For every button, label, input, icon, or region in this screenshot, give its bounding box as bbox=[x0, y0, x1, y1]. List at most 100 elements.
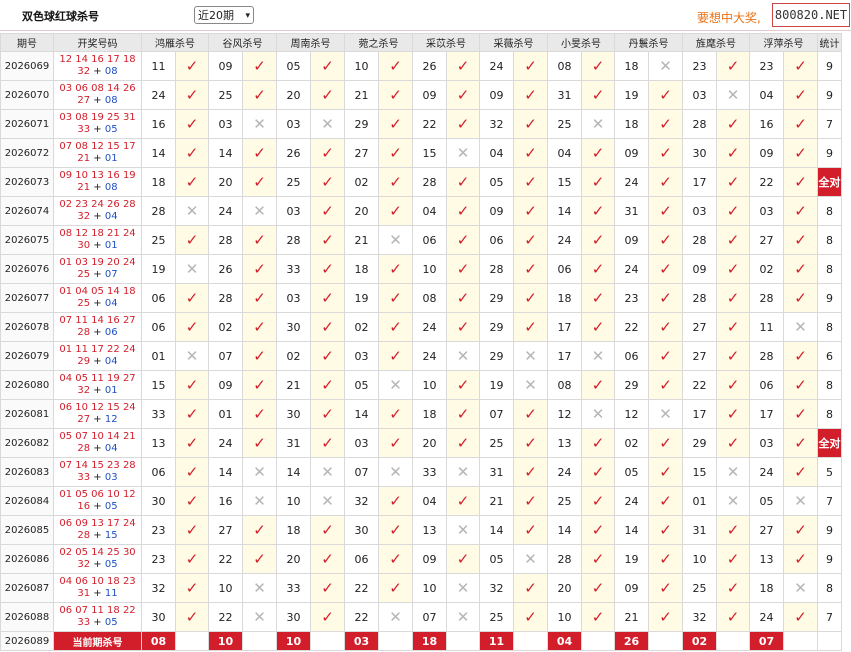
red-ball-last: 28 bbox=[77, 530, 91, 541]
plus-sign: + bbox=[90, 240, 105, 251]
empty-cell bbox=[175, 631, 209, 651]
empty-cell bbox=[378, 631, 413, 651]
kill-number: 28 bbox=[547, 544, 582, 574]
stat-count: 8 bbox=[817, 312, 842, 342]
check-icon: ✓ bbox=[716, 341, 750, 371]
check-icon: ✓ bbox=[175, 428, 209, 458]
check-icon: ✓ bbox=[648, 138, 683, 168]
column-header[interactable]: 丹鬟杀号 bbox=[614, 33, 683, 52]
last-red-and-blue: 28 + 06 bbox=[55, 327, 141, 339]
kill-number: 27 bbox=[749, 515, 784, 545]
kill-number: 06 bbox=[141, 312, 176, 342]
check-icon: ✓ bbox=[175, 573, 209, 603]
check-icon: ✓ bbox=[378, 428, 413, 458]
last-red-and-blue: 28 + 04 bbox=[55, 443, 141, 455]
column-header[interactable]: 菀之杀号 bbox=[344, 33, 413, 52]
blue-ball: 08 bbox=[104, 95, 118, 106]
check-icon: ✓ bbox=[446, 167, 480, 197]
kill-number: 17 bbox=[547, 341, 582, 371]
cross-icon: ✕ bbox=[446, 341, 480, 371]
kill-number: 16 bbox=[749, 109, 784, 139]
check-icon: ✓ bbox=[175, 370, 209, 400]
check-icon: ✓ bbox=[783, 457, 818, 487]
check-icon: ✓ bbox=[581, 602, 615, 632]
kill-number: 14 bbox=[547, 196, 582, 226]
kill-number: 25 bbox=[479, 602, 514, 632]
kill-number: 30 bbox=[276, 312, 311, 342]
kill-number: 18 bbox=[344, 254, 379, 284]
check-icon: ✓ bbox=[513, 486, 548, 516]
last-red-and-blue: 25 + 07 bbox=[55, 269, 141, 281]
column-header[interactable]: 开奖号码 bbox=[53, 33, 142, 52]
check-icon: ✓ bbox=[378, 515, 413, 545]
kill-number: 24 bbox=[749, 602, 784, 632]
last-red-and-blue: 32 + 05 bbox=[55, 559, 141, 571]
kill-number: 03 bbox=[682, 80, 717, 110]
kill-number: 16 bbox=[141, 109, 176, 139]
last-red-and-blue: 27 + 08 bbox=[55, 95, 141, 107]
check-icon: ✓ bbox=[648, 167, 683, 197]
cross-icon: ✕ bbox=[716, 80, 750, 110]
check-icon: ✓ bbox=[581, 515, 615, 545]
kill-number: 25 bbox=[276, 167, 311, 197]
last-red-and-blue: 28 + 15 bbox=[55, 530, 141, 542]
cross-icon: ✕ bbox=[378, 457, 413, 487]
column-header[interactable]: 统计 bbox=[817, 33, 842, 52]
check-icon: ✓ bbox=[310, 138, 345, 168]
check-icon: ✓ bbox=[513, 167, 548, 197]
column-header[interactable]: 小旻杀号 bbox=[547, 33, 615, 52]
kill-number: 15 bbox=[412, 138, 447, 168]
kill-number: 20 bbox=[412, 428, 447, 458]
table-row: 2026075 08 12 18 21 24 30 + 01 25 ✓ 28 ✓ 28 ✓ 21 ✕… bbox=[0, 225, 842, 255]
kill-number: 11 bbox=[749, 312, 784, 342]
kill-number: 09 bbox=[614, 138, 649, 168]
kill-number: 27 bbox=[749, 225, 784, 255]
kill-number: 23 bbox=[141, 544, 176, 574]
kill-number: 18 bbox=[614, 109, 649, 139]
check-icon: ✓ bbox=[242, 254, 277, 284]
check-icon: ✓ bbox=[513, 399, 548, 429]
column-header[interactable]: 旌麾杀号 bbox=[682, 33, 750, 52]
issue-number: 2026082 bbox=[0, 428, 54, 458]
kill-number: 07 bbox=[412, 602, 447, 632]
cross-icon: ✕ bbox=[648, 51, 683, 81]
kill-number: 04 bbox=[749, 80, 784, 110]
kill-number: 03 bbox=[344, 428, 379, 458]
draw-numbers: 04 06 10 18 23 31 + 11 bbox=[53, 573, 142, 603]
top-bar: 双色球红球杀号 近20期 ▾ 要想中大奖, 800820.NET bbox=[0, 0, 851, 31]
kill-number: 10 bbox=[276, 486, 311, 516]
period-select[interactable]: 近20期 ▾ bbox=[194, 6, 254, 24]
kill-number: 28 bbox=[749, 283, 784, 313]
column-header[interactable]: 谷风杀号 bbox=[208, 33, 277, 52]
kill-number: 10 bbox=[344, 51, 379, 81]
kill-number: 32 bbox=[344, 486, 379, 516]
check-icon: ✓ bbox=[648, 341, 683, 371]
kill-number: 13 bbox=[141, 428, 176, 458]
cross-icon: ✕ bbox=[446, 602, 480, 632]
column-header[interactable]: 周南杀号 bbox=[276, 33, 345, 52]
column-header[interactable]: 鸿雁杀号 bbox=[141, 33, 209, 52]
kill-number: 25 bbox=[208, 80, 243, 110]
check-icon: ✓ bbox=[648, 428, 683, 458]
kill-number: 06 bbox=[614, 341, 649, 371]
kill-number: 10 bbox=[412, 254, 447, 284]
plus-sign: + bbox=[90, 66, 105, 77]
period-select-value: 近20期 bbox=[198, 9, 234, 22]
kill-number: 03 bbox=[276, 283, 311, 313]
check-icon: ✓ bbox=[310, 254, 345, 284]
kill-number: 20 bbox=[276, 544, 311, 574]
draw-numbers: 02 05 14 25 30 32 + 05 bbox=[53, 544, 142, 574]
kill-number: 23 bbox=[141, 515, 176, 545]
check-icon: ✓ bbox=[581, 544, 615, 574]
column-header[interactable]: 期号 bbox=[0, 33, 54, 52]
cross-icon: ✕ bbox=[310, 486, 345, 516]
kill-number: 03 bbox=[344, 341, 379, 371]
site-logo-link[interactable]: 800820.NET bbox=[772, 3, 850, 27]
column-header[interactable]: 采薇杀号 bbox=[479, 33, 548, 52]
column-header[interactable]: 浮萍杀号 bbox=[749, 33, 818, 52]
cross-icon: ✕ bbox=[513, 544, 548, 574]
kill-number: 25 bbox=[141, 225, 176, 255]
column-header[interactable]: 采苡杀号 bbox=[412, 33, 480, 52]
check-icon: ✓ bbox=[310, 225, 345, 255]
cross-icon: ✕ bbox=[581, 399, 615, 429]
